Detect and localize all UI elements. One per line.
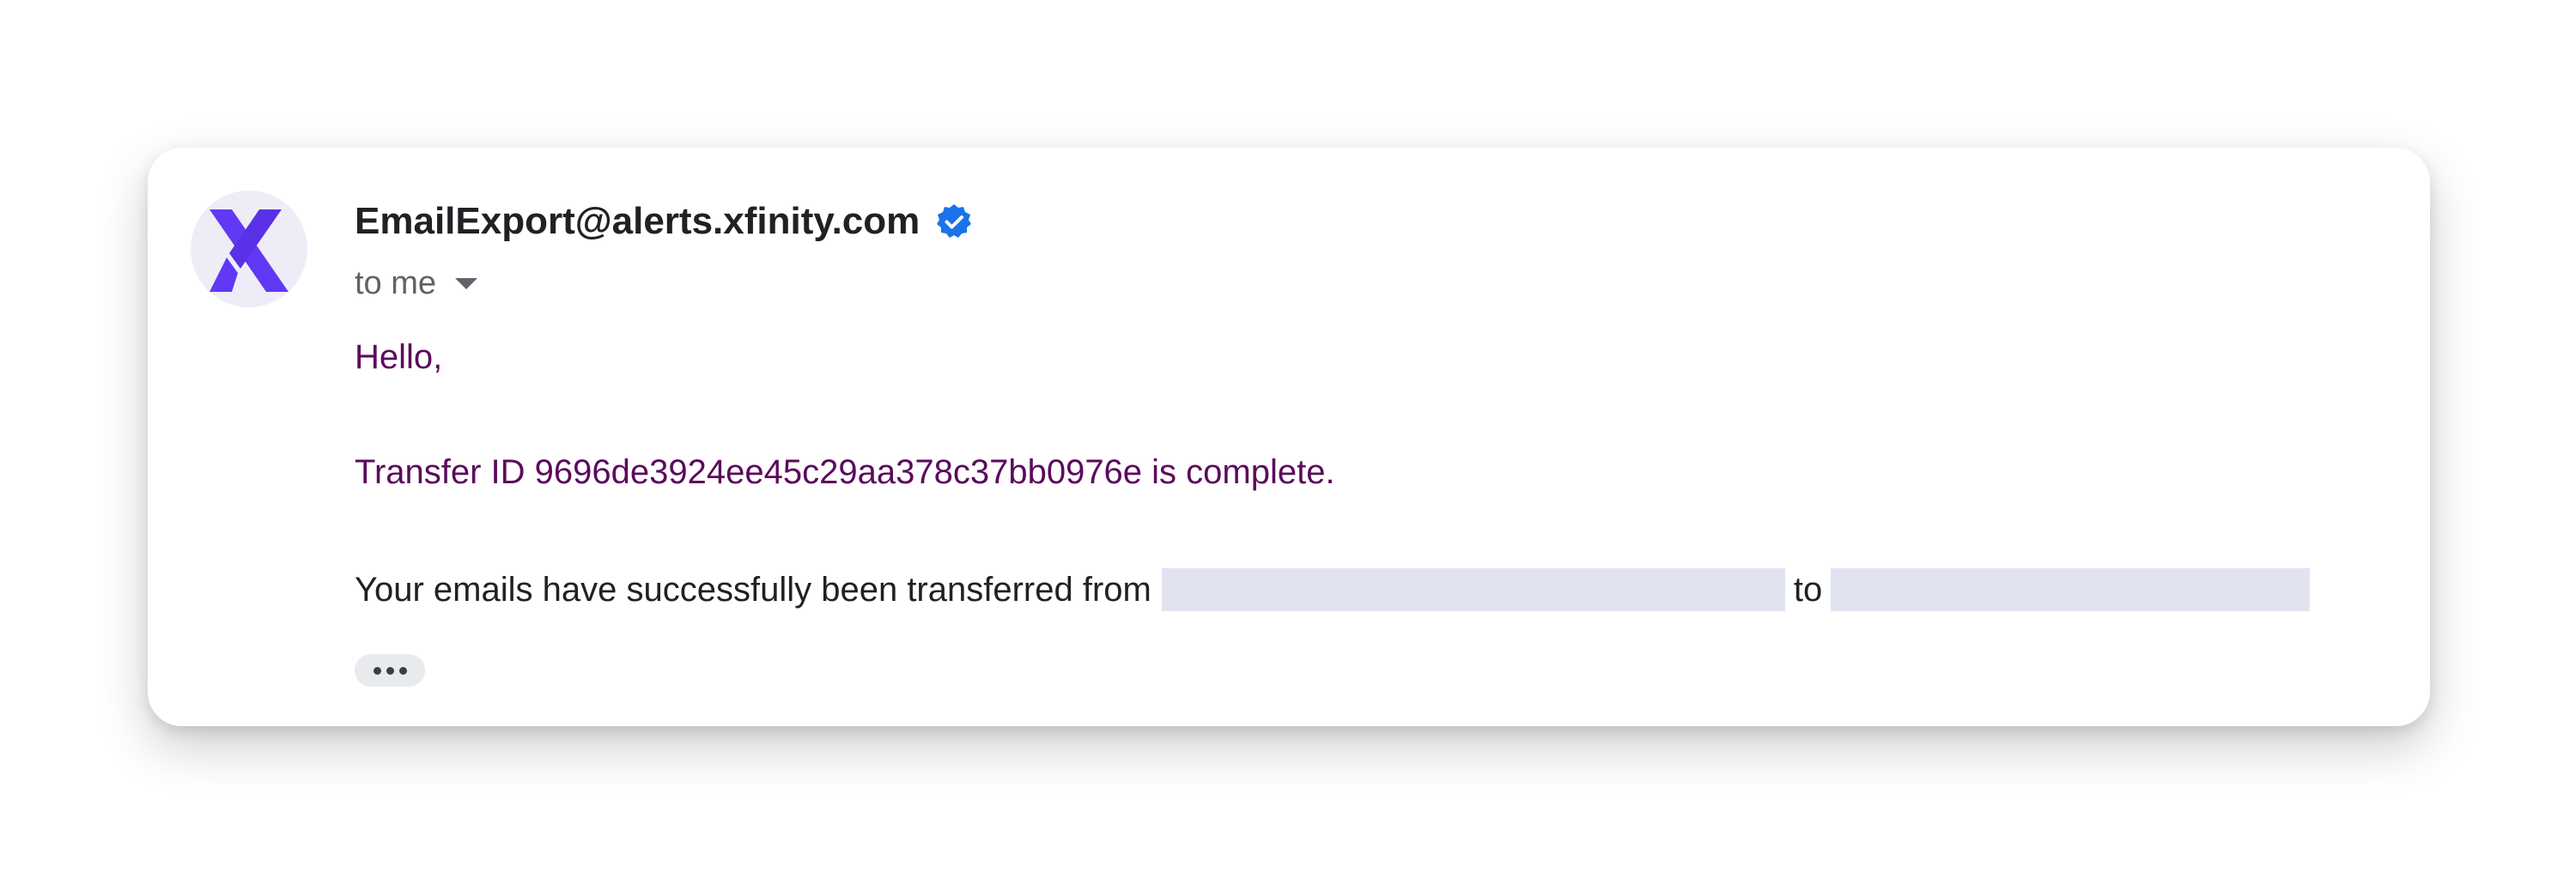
redacted-destination-account (1831, 568, 2311, 611)
more-dot (373, 666, 381, 675)
xfinity-x-logo (210, 209, 289, 292)
sender-address[interactable]: EmailExport@alerts.xfinity.com (355, 200, 920, 243)
body-prefix-text: Your emails have successfully been trans… (355, 570, 1151, 609)
transfer-status-text: Transfer ID 9696de3924ee45c29aa378c37bb0… (355, 453, 1335, 491)
more-dot (386, 666, 394, 675)
greeting-text: Hello, (355, 338, 443, 376)
sender-avatar[interactable] (191, 191, 307, 307)
verified-badge-icon[interactable] (935, 203, 973, 240)
show-trimmed-content-button[interactable] (355, 654, 425, 687)
more-dot (398, 666, 407, 675)
redacted-source-account (1161, 568, 1785, 611)
body-connector-text: to (1793, 570, 1823, 609)
sender-header: EmailExport@alerts.xfinity.com (355, 194, 973, 249)
caret-down-icon[interactable] (453, 276, 479, 290)
email-message-card: EmailExport@alerts.xfinity.com to me Hel… (148, 148, 2430, 726)
recipient-details-toggle[interactable]: to me (355, 258, 479, 309)
transfer-details-line: Your emails have successfully been trans… (355, 567, 2311, 613)
recipient-label: to me (355, 264, 437, 301)
